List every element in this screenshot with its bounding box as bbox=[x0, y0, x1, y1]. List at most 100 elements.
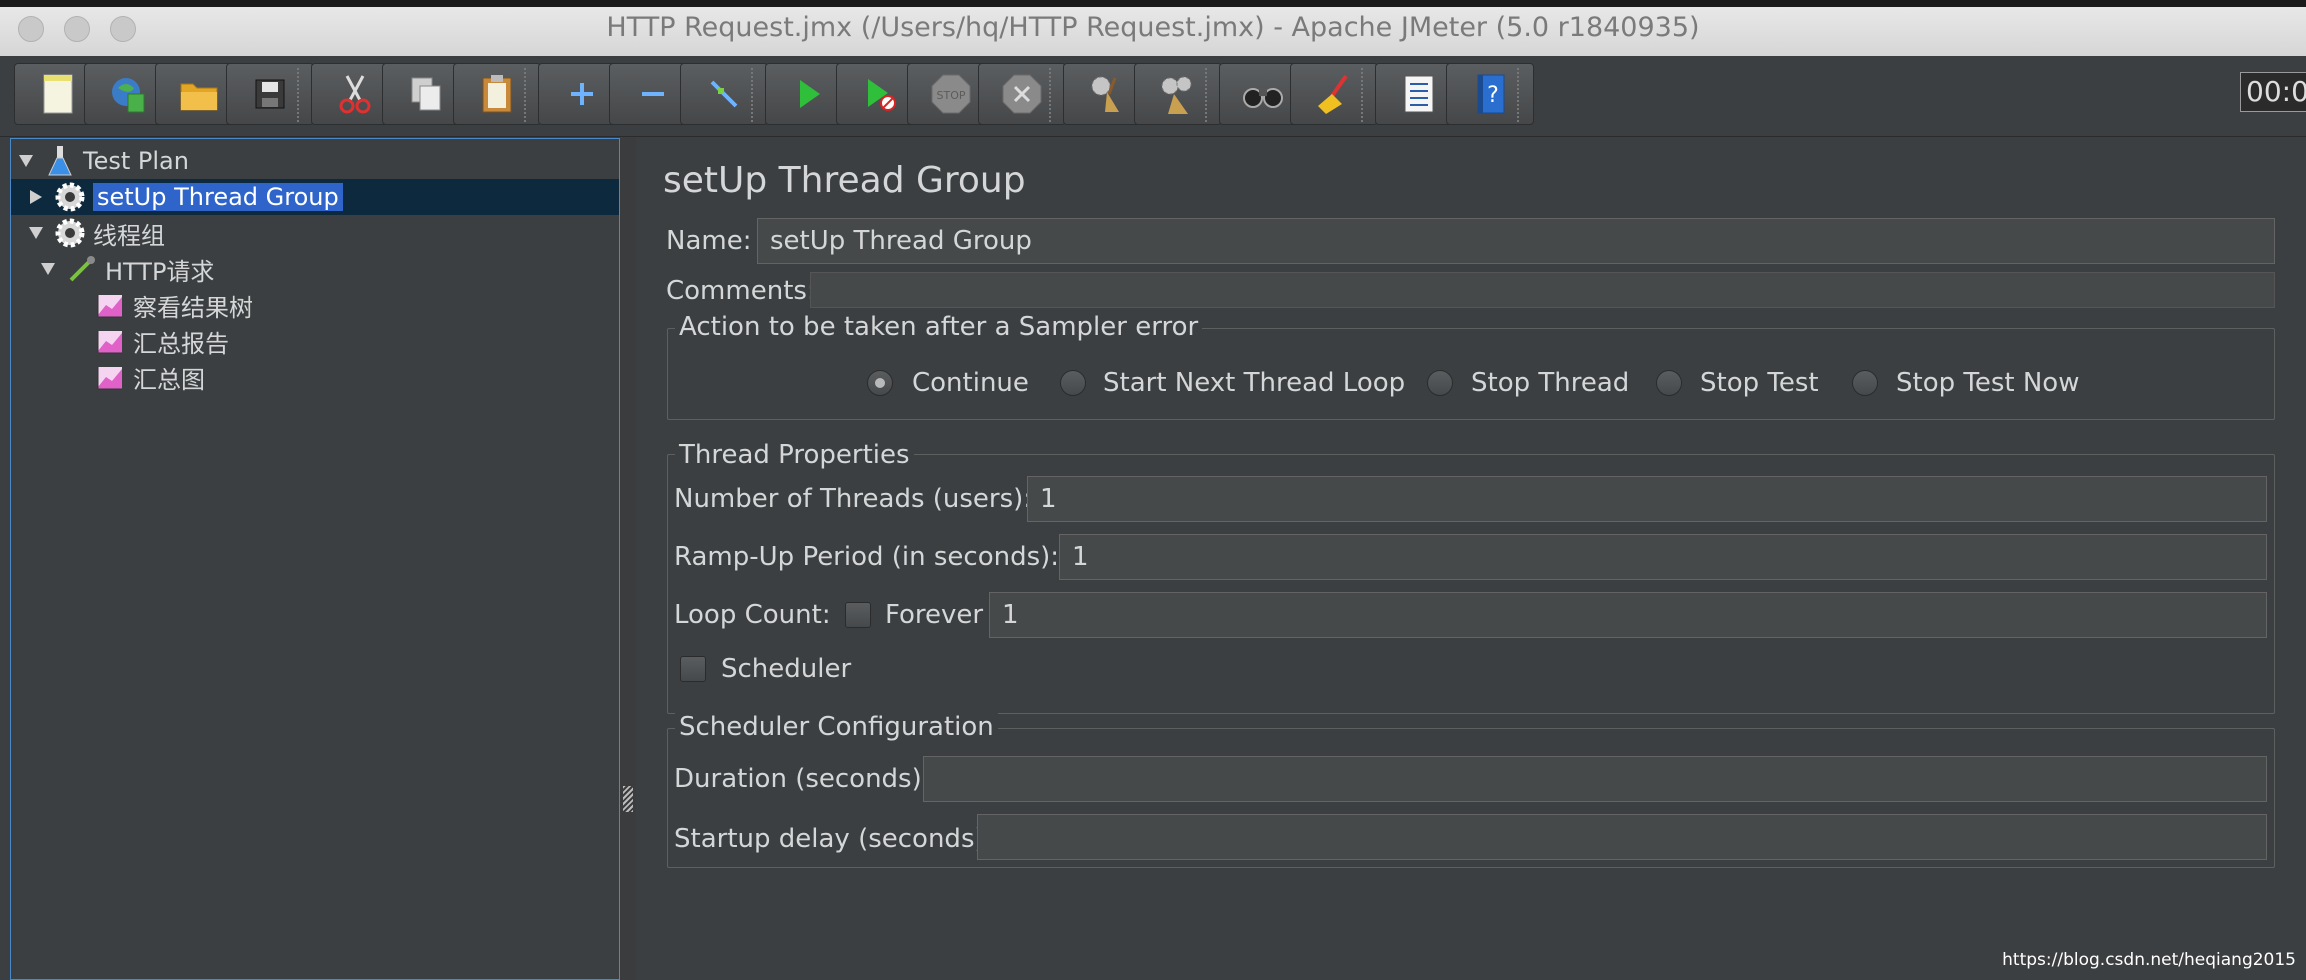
listener-graph-icon bbox=[93, 360, 127, 394]
threads-label: Number of Threads (users): bbox=[674, 484, 1033, 514]
help-book-icon: ? bbox=[1477, 74, 1505, 114]
rampup-label: Ramp-Up Period (in seconds): bbox=[674, 542, 1060, 572]
comments-label: Comments: bbox=[666, 276, 816, 306]
loop-count-field[interactable]: 1 bbox=[989, 592, 2267, 638]
help-button[interactable]: ? bbox=[1446, 63, 1534, 125]
tree-node-test-plan[interactable]: Test Plan bbox=[15, 143, 189, 179]
test-plan-tree[interactable]: Test Plan setUp Thread Group 线程组 HTTP请求 … bbox=[10, 138, 620, 980]
name-label: Name: bbox=[666, 226, 752, 256]
clear-all-button[interactable] bbox=[1134, 63, 1222, 125]
play-no-timers-icon bbox=[868, 79, 896, 111]
group-title: Scheduler Configuration bbox=[675, 712, 998, 742]
scheduler-checkbox[interactable] bbox=[680, 656, 706, 682]
radio-stop-test-now-label[interactable]: Stop Test Now bbox=[1896, 368, 2079, 398]
window-title-bar: HTTP Request.jmx (/Users/hq/HTTP Request… bbox=[0, 0, 2306, 57]
tree-node-label: 察看结果树 bbox=[133, 293, 253, 322]
elapsed-timer: 00:00 bbox=[2240, 72, 2306, 112]
sampler-pipette-icon bbox=[65, 252, 99, 286]
listener-graph-icon bbox=[93, 288, 127, 322]
toggle-wand-icon bbox=[710, 80, 738, 108]
radio-stop-test-now[interactable] bbox=[1852, 370, 1878, 396]
collapsed-arrow-icon[interactable] bbox=[25, 186, 47, 208]
stop-icon: STOP bbox=[931, 74, 971, 114]
shutdown-button[interactable] bbox=[978, 63, 1066, 125]
panel-title: setUp Thread Group bbox=[663, 160, 1026, 201]
open-folder-icon bbox=[180, 83, 218, 111]
tree-node-http-request[interactable]: HTTP请求 bbox=[37, 251, 214, 287]
tree-node-setup-thread-group[interactable]: setUp Thread Group bbox=[11, 179, 619, 215]
tree-node-label: 汇总报告 bbox=[133, 329, 229, 358]
duration-label: Duration (seconds) bbox=[674, 764, 922, 794]
forever-label[interactable]: Forever bbox=[885, 600, 983, 630]
startup-delay-field[interactable] bbox=[977, 814, 2267, 860]
stop-icon-label: STOP bbox=[937, 89, 966, 102]
toolbar-separator bbox=[1517, 68, 1519, 122]
comments-field[interactable] bbox=[810, 272, 2275, 308]
radio-stop-thread-label[interactable]: Stop Thread bbox=[1471, 368, 1629, 398]
radio-continue-label[interactable]: Continue bbox=[912, 368, 1029, 398]
toolbar-separator bbox=[1361, 68, 1363, 122]
group-title: Thread Properties bbox=[675, 440, 914, 470]
toolbar-separator bbox=[297, 68, 299, 122]
toggle-button[interactable] bbox=[680, 63, 768, 125]
toolbar-separator bbox=[751, 68, 753, 122]
save-button[interactable] bbox=[226, 63, 314, 125]
expand-arrow-icon[interactable] bbox=[15, 150, 37, 172]
duration-field[interactable] bbox=[923, 756, 2267, 802]
tree-node-aggregate-graph[interactable]: 汇总图 bbox=[93, 359, 205, 395]
split-pane-divider[interactable] bbox=[620, 138, 636, 980]
listener-graph-icon bbox=[93, 324, 127, 358]
radio-start-next-thread-loop-label[interactable]: Start Next Thread Loop bbox=[1103, 368, 1405, 398]
tree-node-summary-report[interactable]: 汇总报告 bbox=[93, 323, 229, 359]
rampup-field[interactable]: 1 bbox=[1059, 534, 2267, 580]
expand-arrow-icon[interactable] bbox=[37, 258, 59, 280]
toolbar-separator bbox=[524, 68, 526, 122]
copy-icon bbox=[411, 77, 441, 111]
gear-icon bbox=[53, 180, 87, 214]
forever-checkbox[interactable] bbox=[845, 602, 871, 628]
clipboard-icon bbox=[482, 75, 512, 113]
clear-broom-gear-icon bbox=[1091, 76, 1119, 112]
function-list-icon bbox=[1404, 75, 1434, 113]
window-title: HTTP Request.jmx (/Users/hq/HTTP Request… bbox=[606, 12, 1700, 43]
name-field[interactable]: setUp Thread Group bbox=[757, 218, 2275, 264]
tree-node-thread-group[interactable]: 线程组 bbox=[25, 215, 165, 251]
binoculars-icon bbox=[1243, 88, 1283, 108]
radio-continue[interactable] bbox=[867, 370, 893, 396]
tree-node-label: 汇总图 bbox=[133, 365, 205, 394]
toolbar-separator bbox=[1205, 68, 1207, 122]
radio-stop-thread[interactable] bbox=[1427, 370, 1453, 396]
broom-icon bbox=[1318, 74, 1348, 114]
svg-text:?: ? bbox=[1487, 83, 1499, 108]
watermark-text: https://blog.csdn.net/heqiang2015 bbox=[2002, 950, 2296, 970]
radio-start-next-thread-loop[interactable] bbox=[1060, 370, 1086, 396]
top-strip bbox=[0, 0, 2306, 7]
flask-icon bbox=[43, 144, 77, 178]
radio-stop-test[interactable] bbox=[1656, 370, 1682, 396]
shutdown-icon bbox=[1002, 74, 1042, 114]
save-disk-icon bbox=[255, 79, 285, 109]
clear-all-broom-icon bbox=[1161, 76, 1192, 114]
group-title: Action to be taken after a Sampler error bbox=[675, 312, 1203, 342]
new-document-icon bbox=[43, 74, 73, 114]
minus-icon bbox=[642, 92, 664, 96]
templates-icon bbox=[112, 78, 145, 113]
expand-arrow-icon[interactable] bbox=[25, 222, 47, 244]
paste-button[interactable] bbox=[453, 63, 541, 125]
reset-search-button[interactable] bbox=[1290, 63, 1378, 125]
tree-node-label: 线程组 bbox=[93, 221, 165, 250]
threads-field[interactable]: 1 bbox=[1027, 476, 2267, 522]
tree-node-view-results-tree[interactable]: 察看结果树 bbox=[93, 287, 253, 323]
radio-stop-test-label[interactable]: Stop Test bbox=[1700, 368, 1819, 398]
gear-icon bbox=[53, 216, 87, 250]
drag-grip-icon[interactable] bbox=[623, 786, 633, 812]
play-icon bbox=[800, 80, 820, 108]
startup-delay-label: Startup delay (seconds) bbox=[674, 824, 985, 854]
plus-icon bbox=[571, 83, 593, 105]
tree-node-label: setUp Thread Group bbox=[93, 183, 343, 211]
toolbar-separator bbox=[1049, 68, 1051, 122]
scheduler-label[interactable]: Scheduler bbox=[721, 654, 851, 684]
scissors-icon bbox=[339, 75, 371, 114]
loop-count-label: Loop Count: bbox=[674, 600, 831, 630]
tree-node-label: HTTP请求 bbox=[105, 257, 215, 286]
